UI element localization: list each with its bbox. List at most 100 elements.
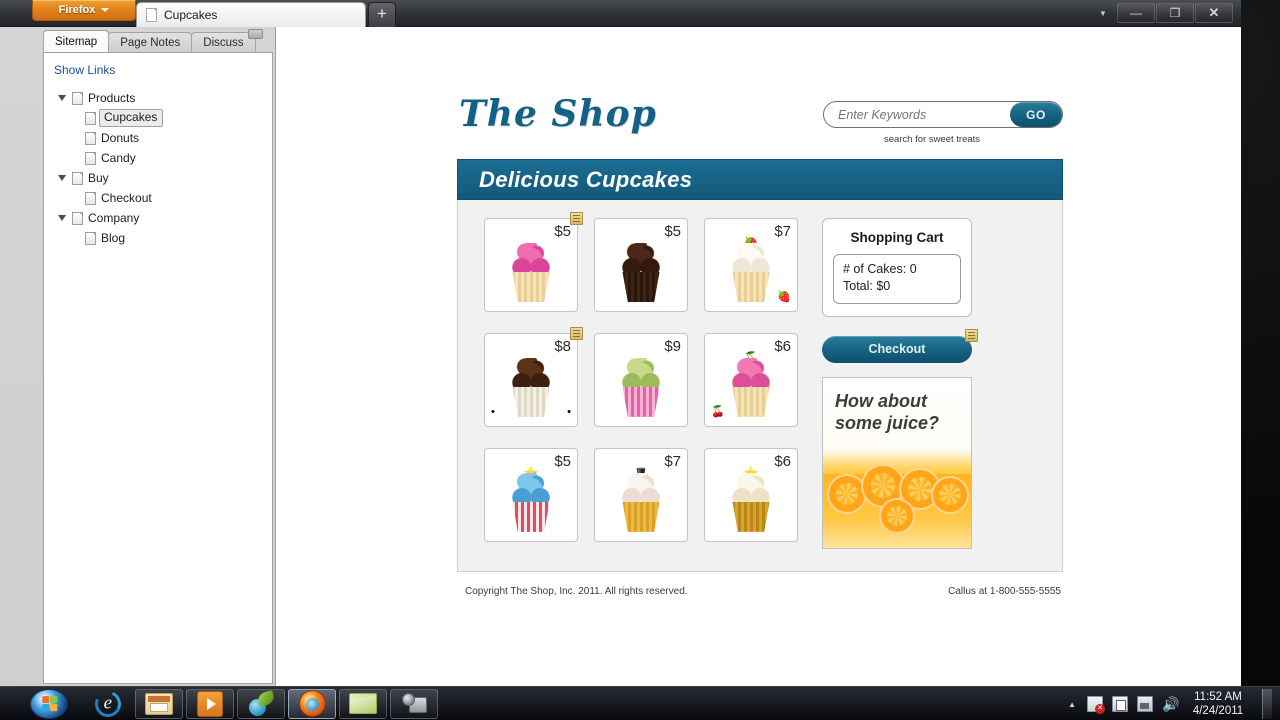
page-icon (72, 211, 83, 225)
orange-slice-icon (931, 475, 969, 514)
volume-icon[interactable]: 🔊 (1162, 696, 1179, 712)
cupcake-icon: 🍓🍓 (705, 231, 797, 305)
page-banner: Delicious Cupcakes (457, 159, 1063, 200)
sticky-note-icon[interactable] (570, 326, 583, 340)
product-card[interactable]: $5 (484, 212, 583, 312)
cupcake-liner (622, 386, 660, 417)
cupcake-liner (512, 501, 550, 532)
product-card[interactable]: $9 (594, 332, 688, 427)
chevron-down-icon[interactable]: ▼ (1090, 0, 1116, 26)
search-input[interactable] (824, 107, 1010, 122)
action-center-flag-icon[interactable] (1087, 696, 1105, 714)
cupcake-garnish-icon: • (491, 405, 495, 418)
cupcake-liner (512, 272, 550, 302)
cart-summary-box: # of Cakes: 0 Total: $0 (833, 254, 961, 304)
chevron-down-icon (101, 8, 110, 12)
cupcake-icon (595, 346, 687, 420)
sidebar-tab-sitemap[interactable]: Sitemap (43, 30, 110, 53)
sitemap-node-products[interactable]: Products (58, 88, 272, 108)
taskbar-item-notes-app[interactable] (339, 688, 387, 719)
restore-button[interactable]: ❐ (1156, 3, 1194, 23)
windows-logo-icon (41, 695, 57, 712)
product-card[interactable]: $5 (594, 218, 688, 312)
product-grid: $5$5$7🍓🍓$8••$9$6🍒🍒$5⭐$7🎩$6⭐ (484, 212, 800, 549)
cupcake-frosting (508, 357, 554, 392)
cupcake-icon (595, 231, 687, 305)
juice-ad-banner[interactable]: How about some juice? (822, 376, 972, 549)
clock-date: 4/24/2011 (1192, 705, 1244, 717)
taskbar-item-plant-app[interactable] (237, 688, 285, 719)
sidebar-tab-page-notes[interactable]: Page Notes (108, 32, 193, 53)
product-card[interactable]: $5⭐ (484, 447, 578, 542)
close-button[interactable]: ✕ (1195, 3, 1233, 23)
firefox-icon (298, 690, 326, 717)
taskbar-item-screen-capture-app[interactable] (390, 688, 438, 719)
product-card[interactable]: $7🎩 (594, 447, 688, 542)
sharing-icon[interactable] (1112, 696, 1128, 712)
cupcake-liner (732, 386, 770, 417)
cupcake-frosting (618, 357, 664, 392)
page-title: Delicious Cupcakes (479, 166, 693, 192)
sitemap-node-buy[interactable]: Buy (58, 168, 272, 188)
sitemap-node-label: Donuts (101, 130, 140, 145)
sitemap-node-checkout[interactable]: Checkout (58, 188, 272, 208)
notes-app-icon (349, 693, 377, 714)
sitemap-node-donuts[interactable]: Donuts (58, 128, 272, 148)
sitemap-node-company[interactable]: Company (58, 208, 272, 228)
site-logo[interactable]: The Shop (459, 93, 657, 135)
sidebar-panel: Show Links Products Cupcakes Donuts Candy Bu… (43, 52, 273, 684)
show-desktop-button[interactable] (1262, 689, 1272, 719)
twisty-expanded-icon[interactable] (58, 95, 66, 101)
internet-explorer-icon (91, 686, 125, 720)
search-area: GO search for sweet treats (823, 101, 1063, 145)
site-footer: Copyright The Shop, Inc. 2011. All right… (457, 586, 1063, 608)
sidebar-tab-discuss[interactable]: Discuss (191, 32, 256, 53)
windows-explorer-icon (145, 692, 173, 715)
sitemap-node-label: Products (88, 90, 136, 105)
network-icon[interactable] (1137, 696, 1153, 712)
sidebar-collapse-button[interactable] (248, 29, 263, 39)
minimize-button[interactable]: — (1117, 3, 1155, 23)
browser-tab-label: Cupcakes (164, 8, 218, 22)
web-page-viewport: The Shop GO search for sweet treats Deli… (277, 27, 1241, 686)
taskbar-item-windows-explorer[interactable] (135, 688, 183, 719)
search-go-button[interactable]: GO (1010, 102, 1062, 127)
window-controls: ▼ — ❐ ✕ (1090, 0, 1233, 26)
cupcake-frosting (728, 472, 774, 507)
start-button[interactable] (30, 688, 68, 719)
page-icon (146, 8, 157, 22)
cupcake-liner (512, 386, 550, 417)
sticky-note-icon[interactable] (570, 212, 583, 225)
show-links-link[interactable]: Show Links (44, 53, 272, 77)
sitemap-node-blog[interactable]: Blog (58, 228, 272, 248)
shopping-cart-panel: Shopping Cart # of Cakes: 0 Total: $0 (822, 218, 972, 317)
clock[interactable]: 11:52 AM 4/24/2011 (1187, 690, 1249, 719)
sitemap-node-candy[interactable]: Candy (58, 148, 272, 168)
product-card[interactable]: $8 • • (484, 326, 583, 427)
sidebar-tabstrip: Sitemap Page Notes Discuss (0, 27, 275, 53)
checkout-button[interactable]: Checkout (822, 335, 972, 363)
sitemap-sidebar: Sitemap Page Notes Discuss Show Links Prod… (0, 27, 276, 686)
orange-slice-icon (879, 497, 915, 534)
cupcake-liner (622, 272, 660, 302)
twisty-expanded-icon[interactable] (58, 175, 66, 181)
firefox-menu-button[interactable]: Firefox (32, 0, 136, 21)
taskbar-item-media-player[interactable] (186, 688, 234, 719)
twisty-expanded-icon[interactable] (58, 215, 66, 221)
product-card[interactable]: $7🍓🍓 (704, 218, 798, 312)
taskbar-item-firefox[interactable] (288, 688, 336, 719)
page-icon (72, 91, 83, 105)
sitemap-node-cupcakes[interactable]: Cupcakes (58, 108, 272, 128)
footer-phone: Callus at 1-800-555-5555 (948, 585, 1061, 597)
site-header: The Shop GO search for sweet treats (457, 87, 1063, 159)
cupcake-frosting (728, 243, 774, 277)
product-card[interactable]: $6⭐ (704, 447, 798, 542)
new-tab-button[interactable]: + (368, 2, 396, 27)
product-card[interactable]: $6🍒🍒 (704, 332, 798, 427)
browser-tab-cupcakes[interactable]: Cupcakes (136, 2, 366, 27)
sticky-note-icon[interactable] (965, 328, 978, 342)
firefox-menu-label: Firefox (58, 4, 96, 16)
show-hidden-icons-icon[interactable]: ▲ (1068, 700, 1076, 709)
taskbar-item-internet-explorer[interactable] (84, 686, 132, 720)
taskbar-items (84, 686, 438, 720)
